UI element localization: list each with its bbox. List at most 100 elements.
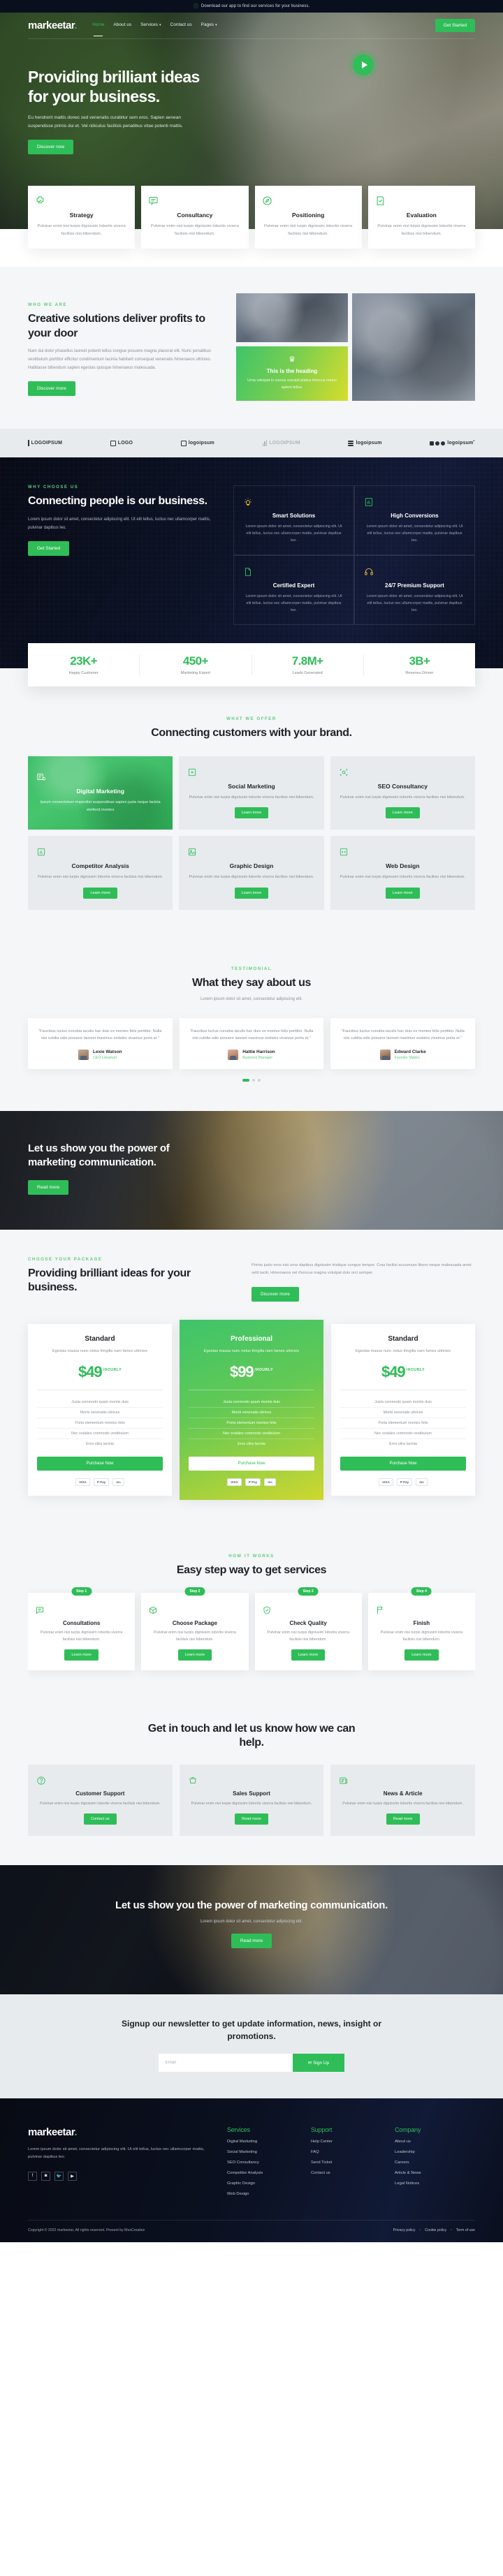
carousel-dot-3[interactable] (258, 1079, 261, 1082)
nav-item-about-us[interactable]: About us (113, 22, 131, 29)
stat-revenue-driven: 3B+ Reveneu Driven (364, 654, 475, 675)
contact-card-button[interactable]: Read more (386, 1813, 420, 1825)
footer-link[interactable]: Help Center (311, 2140, 381, 2144)
service-learn-more-button[interactable]: Learn more (83, 887, 117, 899)
news-icon (339, 1776, 467, 1786)
nav-item-contact-us[interactable]: Contact us (170, 22, 192, 29)
carousel-dot-2[interactable] (252, 1079, 255, 1082)
nav-item-home[interactable]: Home (92, 22, 104, 36)
footer-link[interactable]: Leadership (395, 2150, 465, 2154)
pricing-discover-button[interactable]: Discover more (252, 1286, 299, 1302)
footer-brand-logo[interactable]: markeetar. (28, 2126, 213, 2138)
footer-column-support: Support Help Center FAQ Send Ticket Cont… (311, 2126, 381, 2196)
why-card-smart-solutions: Smart Solutions Lorem ipsum dolor sit am… (233, 485, 354, 556)
contact-card-button[interactable]: Read more (235, 1813, 268, 1825)
service-text: Pulvinar enim nisi turpis dignissim lobo… (189, 875, 314, 880)
footer-link[interactable]: Article & News (395, 2171, 465, 2175)
twitter-icon[interactable]: 🐦 (54, 2171, 64, 2181)
why-card-text: Lorem ipsum dolor sit amet, consectetur … (245, 524, 342, 543)
social-marketing-icon (187, 767, 315, 777)
youtube-icon[interactable]: ▶ (68, 2171, 77, 2181)
instagram-icon[interactable]: ◙ (41, 2171, 50, 2181)
contact-card-button[interactable]: Contact us (83, 1813, 117, 1825)
thermometer-icon (28, 440, 29, 447)
contact-title: Get in touch and let us know how we can … (147, 1722, 356, 1749)
email-input[interactable] (158, 2054, 293, 2072)
footer-link[interactable]: Legal Notices (395, 2181, 465, 2186)
footer-link[interactable]: Competitor Analysis (227, 2171, 297, 2175)
cta-read-more-button[interactable]: Read more (28, 1179, 69, 1195)
seo-icon (339, 767, 467, 777)
nav-item-services[interactable]: Services ▾ (140, 22, 161, 29)
paypal-icon: P Pay (93, 1478, 110, 1486)
services-title: Connecting customers with your brand. (151, 727, 352, 739)
carousel-dots[interactable] (28, 1079, 475, 1082)
stat-leads-generated: 7.8M+ Leads Generated (252, 654, 364, 676)
step-learn-more-button[interactable]: Learn more (64, 1649, 99, 1661)
plan-price: $49/HOURLY (381, 1362, 425, 1381)
testimonial-name: Lexie Watson (92, 1050, 122, 1054)
feature-text: Pulvinar enim nisl turpis dignissim lobo… (377, 224, 466, 236)
facebook-icon[interactable]: f (28, 2171, 37, 2181)
feature-card-evaluation: Evaluation Pulvinar enim nisl turpis dig… (367, 186, 475, 249)
why-get-started-button[interactable]: Get Started (28, 541, 70, 557)
footer-column-title: Support (311, 2126, 333, 2133)
signup-button[interactable]: ✉ Sign Up (292, 2054, 345, 2072)
who-discover-button[interactable]: Discover more (28, 381, 75, 397)
payment-methods: VISA P Pay mc (37, 1478, 163, 1486)
plan-purchase-button[interactable]: Purchase Now (189, 1456, 314, 1471)
step-learn-more-button[interactable]: Learn more (404, 1649, 439, 1661)
cookie-policy-link[interactable]: Cookie policy (425, 2228, 446, 2232)
footer-link[interactable]: Web Design (227, 2192, 297, 2196)
why-eyebrow: WHY CHOOSE US (28, 485, 79, 490)
services-eyebrow: WHAT WE OFFER (226, 717, 277, 722)
footer-link[interactable]: About us (395, 2140, 465, 2144)
plan-feature: Nec sodales commodo vestibulum (189, 1429, 314, 1439)
copyright-text: Copyright © 2022 markeetar, All rights r… (28, 2228, 145, 2232)
service-title: SEO Consultancy (377, 782, 428, 790)
plan-feature: Nec sodales commodo vestibulum (37, 1429, 163, 1439)
service-learn-more-button[interactable]: Learn more (234, 887, 269, 899)
footer-link[interactable]: Careers (395, 2161, 465, 2165)
service-learn-more-button[interactable]: Learn more (234, 807, 269, 819)
step-title: Finish (413, 1620, 430, 1627)
service-learn-more-button[interactable]: Learn more (386, 887, 420, 899)
footer-link[interactable]: Digital Marketing (227, 2140, 297, 2144)
service-card-digital-marketing[interactable]: Digital Marketing Ipsum consectetuer imp… (28, 756, 173, 830)
chevron-down-icon: ▾ (215, 23, 217, 27)
service-learn-more-button[interactable]: Learn more (386, 807, 420, 819)
lightbulb-icon (243, 497, 344, 507)
cta2-read-more-button[interactable]: Read more (231, 1934, 272, 1949)
testimonial-quote: "Faucibus luctus conubia iaculis hac dui… (341, 1029, 465, 1041)
plan-name: Standard (85, 1334, 115, 1343)
footer-link[interactable]: SEO Consultancy (227, 2161, 297, 2165)
brand-logo[interactable]: markeetar. (28, 20, 78, 31)
get-started-button[interactable]: Get Started (435, 19, 475, 32)
carousel-dot-1[interactable] (242, 1079, 249, 1082)
footer-link[interactable]: Social Marketing (227, 2150, 297, 2154)
step-learn-more-button[interactable]: Learn more (177, 1649, 212, 1661)
pricing-title: Providing brilliant ideas for your busin… (28, 1267, 191, 1294)
who-eyebrow: WHO WE ARE (28, 303, 68, 308)
legal-links: Privacy policy • Cookie policy • Term of… (393, 2228, 475, 2232)
stat-happy-customer: 23K+ Happy Customer (28, 654, 140, 676)
hero-discover-button[interactable]: Discover now (28, 140, 74, 155)
footer-link[interactable]: Graphic Design (227, 2181, 297, 2186)
service-text: Pulvinar enim nisi turpis dignissim lobo… (38, 875, 163, 880)
footer-link[interactable]: Send Ticket (311, 2161, 381, 2165)
footer-about: Lorem ipsum dolor sit amet, consectetur … (28, 2147, 205, 2160)
footer-link[interactable]: Contact us (311, 2171, 381, 2175)
contact-section: Get in touch and let us know how we can … (0, 1698, 503, 1866)
term-of-use-link[interactable]: Term of use (456, 2228, 475, 2232)
step-learn-more-button[interactable]: Learn more (291, 1649, 326, 1661)
play-video-button[interactable] (353, 54, 374, 75)
privacy-policy-link[interactable]: Privacy policy (393, 2228, 416, 2232)
plan-purchase-button[interactable]: Purchase Now (340, 1456, 466, 1471)
plan-purchase-button[interactable]: Purchase Now (37, 1456, 163, 1471)
avatar (228, 1050, 239, 1060)
nav-item-pages[interactable]: Pages ▾ (201, 22, 217, 29)
stat-number: 23K+ (70, 654, 97, 668)
support-icon (36, 1776, 164, 1786)
stat-label: Leads Generated (292, 671, 323, 676)
footer-link[interactable]: FAQ (311, 2150, 381, 2154)
